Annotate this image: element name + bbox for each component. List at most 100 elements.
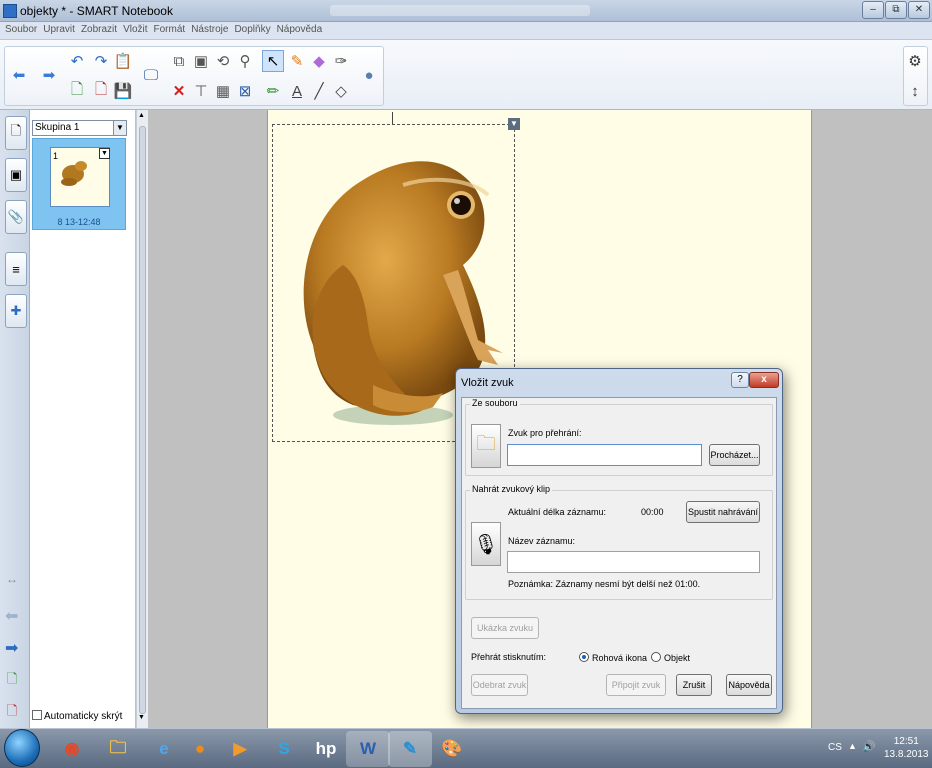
gallery-tab[interactable]: ▣ bbox=[5, 158, 27, 192]
autohide-checkbox[interactable]: Automaticky skrýt bbox=[32, 710, 122, 722]
firefox-icon[interactable]: ● bbox=[178, 731, 222, 767]
page-sorter-tab[interactable]: 🗋 bbox=[5, 116, 27, 150]
clock[interactable]: 12:51 13.8.2013 bbox=[884, 735, 929, 761]
radio-object[interactable]: Objekt bbox=[651, 652, 690, 663]
notebook-icon[interactable]: ✎ bbox=[388, 731, 432, 767]
autohide-checkbox-box[interactable] bbox=[32, 710, 42, 720]
dialog-help-button[interactable]: ? bbox=[731, 372, 749, 388]
add-page-icon[interactable]: 🗋 bbox=[7, 670, 17, 692]
menu-doplnky[interactable]: Doplňky bbox=[232, 22, 272, 35]
screen-capture-icon[interactable]: ▣ bbox=[190, 50, 212, 72]
menu-upravit[interactable]: Upravit bbox=[41, 22, 77, 35]
start-recording-button[interactable]: Spustit nahrávání bbox=[686, 501, 760, 523]
paste-icon[interactable]: 📋 bbox=[112, 50, 134, 72]
sound-file-input[interactable] bbox=[507, 444, 702, 466]
rotation-handle[interactable] bbox=[392, 112, 393, 124]
remove-page-icon[interactable]: 🗋 bbox=[7, 702, 17, 724]
start-button[interactable] bbox=[4, 729, 40, 767]
menu-soubor[interactable]: Soubor bbox=[3, 22, 39, 35]
title-bar: objekty * - SMART Notebook – ⧉ ✕ bbox=[0, 0, 932, 22]
cancel-button[interactable]: Zrušit bbox=[676, 674, 712, 696]
paint-icon[interactable]: 🎨 bbox=[430, 731, 474, 767]
object-menu-icon[interactable]: ▼ bbox=[508, 118, 520, 130]
properties-icon[interactable]: ● bbox=[358, 64, 380, 86]
radio-object-dot[interactable] bbox=[651, 652, 661, 662]
record-name-label: Název záznamu: bbox=[508, 536, 576, 546]
group-select-value: Skupina 1 bbox=[35, 122, 80, 133]
scrollbar-thumb[interactable] bbox=[139, 126, 146, 714]
radio-corner-icon[interactable]: Rohová ikona bbox=[579, 652, 647, 663]
media-player-icon[interactable]: ▶ bbox=[218, 731, 262, 767]
shapes-icon[interactable]: ◇ bbox=[330, 80, 352, 102]
skype-icon[interactable]: S bbox=[262, 731, 306, 767]
sound-sample-button[interactable]: Ukázka zvuku bbox=[471, 617, 539, 639]
back-arrow-icon[interactable]: ⬅ bbox=[8, 64, 30, 86]
word-icon[interactable]: W bbox=[346, 731, 390, 767]
fullscreen-icon[interactable]: ⊠ bbox=[234, 80, 256, 102]
redo-icon[interactable]: ↷ bbox=[90, 50, 112, 72]
settings-gear-icon[interactable]: ⚙ bbox=[904, 50, 926, 72]
save-icon[interactable]: 💾 bbox=[112, 80, 134, 102]
select-arrow-icon[interactable]: ↖ bbox=[262, 50, 284, 72]
radio-corner-icon-label: Rohová ikona bbox=[592, 653, 648, 663]
table-icon[interactable]: ▦ bbox=[212, 80, 234, 102]
menu-format[interactable]: Formát bbox=[152, 22, 188, 35]
explorer-folder-icon[interactable]: 🗀 bbox=[96, 731, 140, 767]
next-page-icon[interactable]: ➡ bbox=[5, 638, 18, 658]
dialog-help-text-button[interactable]: Nápověda bbox=[726, 674, 772, 696]
delete-page-icon[interactable]: 🗋 bbox=[90, 80, 112, 102]
clone-icon[interactable]: ⧉ bbox=[168, 50, 190, 72]
tray-expand-icon[interactable]: ▲ bbox=[848, 741, 857, 751]
menu-napoveda[interactable]: Nápověda bbox=[275, 22, 325, 35]
scroll-up-icon[interactable]: ▲ bbox=[138, 112, 145, 119]
menu-bar: Soubor Upravit Zobrazit Vložit Formát Nástroj… bbox=[0, 22, 932, 40]
menu-nastroje[interactable]: Nástroje bbox=[189, 22, 230, 35]
maximize-button[interactable]: ⧉ bbox=[885, 1, 907, 19]
page-label: 8 13-12:48 bbox=[57, 217, 101, 227]
attachments-tab[interactable]: 📎 bbox=[5, 200, 27, 234]
forward-arrow-icon[interactable]: ➡ bbox=[38, 64, 60, 86]
current-length-value: 00:00 bbox=[641, 507, 664, 517]
properties-tab[interactable]: ≡ bbox=[5, 252, 27, 286]
toolbar-move-icon[interactable]: ↕ bbox=[904, 80, 926, 102]
thumbnail-menu-icon[interactable]: ▼ bbox=[99, 148, 110, 159]
group-select[interactable]: Skupina 1 ▼ bbox=[32, 120, 127, 136]
page-thumbnail[interactable]: 1 ▼ 8 13-12:48 bbox=[32, 138, 126, 230]
screen-shade-icon[interactable]: ⊤ bbox=[190, 80, 212, 102]
addons-tab[interactable]: ✚ bbox=[5, 294, 27, 328]
rotate-icon[interactable]: ⟲ bbox=[212, 50, 234, 72]
text-icon[interactable]: A bbox=[286, 80, 308, 102]
browse-button[interactable]: Procházet... bbox=[709, 444, 760, 466]
eraser-icon[interactable]: ◆ bbox=[308, 50, 330, 72]
record-name-input[interactable] bbox=[507, 551, 760, 573]
pens-icon[interactable]: ✏ bbox=[262, 80, 284, 102]
previous-page-icon[interactable]: ⬅ bbox=[5, 606, 18, 626]
document-camera-icon[interactable]: ⚲ bbox=[234, 50, 256, 72]
close-window-button[interactable]: ✕ bbox=[908, 1, 930, 19]
radio-corner-icon-dot[interactable] bbox=[579, 652, 589, 662]
sorter-scrollbar[interactable]: ▲ ▼ bbox=[136, 110, 148, 728]
undo-icon[interactable]: ↶ bbox=[66, 50, 88, 72]
scroll-down-icon[interactable]: ▼ bbox=[138, 714, 145, 721]
language-indicator[interactable]: CS bbox=[828, 742, 842, 753]
menu-zobrazit[interactable]: Zobrazit bbox=[79, 22, 119, 35]
volume-icon[interactable]: 🔊 bbox=[862, 740, 876, 753]
attach-sound-button[interactable]: Připojit zvuk bbox=[606, 674, 666, 696]
resize-handle-icon[interactable]: ↔ bbox=[6, 572, 18, 586]
radio-object-label: Objekt bbox=[664, 653, 691, 663]
hp-icon[interactable]: hp bbox=[304, 731, 348, 767]
dialog-close-button[interactable]: x bbox=[749, 372, 779, 388]
lines-icon[interactable]: ╱ bbox=[308, 80, 330, 102]
play-on-press-label: Přehrát stisknutím: bbox=[471, 652, 547, 662]
remove-sound-button[interactable]: Odebrat zvuk bbox=[471, 674, 528, 696]
minimize-button[interactable]: – bbox=[862, 1, 884, 19]
chevron-down-icon[interactable]: ▼ bbox=[113, 121, 126, 135]
insert-page-icon[interactable]: 🗋 bbox=[66, 80, 88, 102]
menu-vlozit[interactable]: Vložit bbox=[121, 22, 149, 35]
magic-pen-icon[interactable]: ✑ bbox=[330, 50, 352, 72]
system-tray: CS ▲ 🔊 12:51 13.8.2013 bbox=[820, 729, 932, 768]
delete-icon[interactable]: ✕ bbox=[168, 80, 190, 102]
chrome-icon[interactable]: ◉ bbox=[50, 731, 94, 767]
screen-display-icon[interactable]: 🖵 bbox=[140, 64, 162, 86]
creative-pens-icon[interactable]: ✎ bbox=[286, 50, 308, 72]
